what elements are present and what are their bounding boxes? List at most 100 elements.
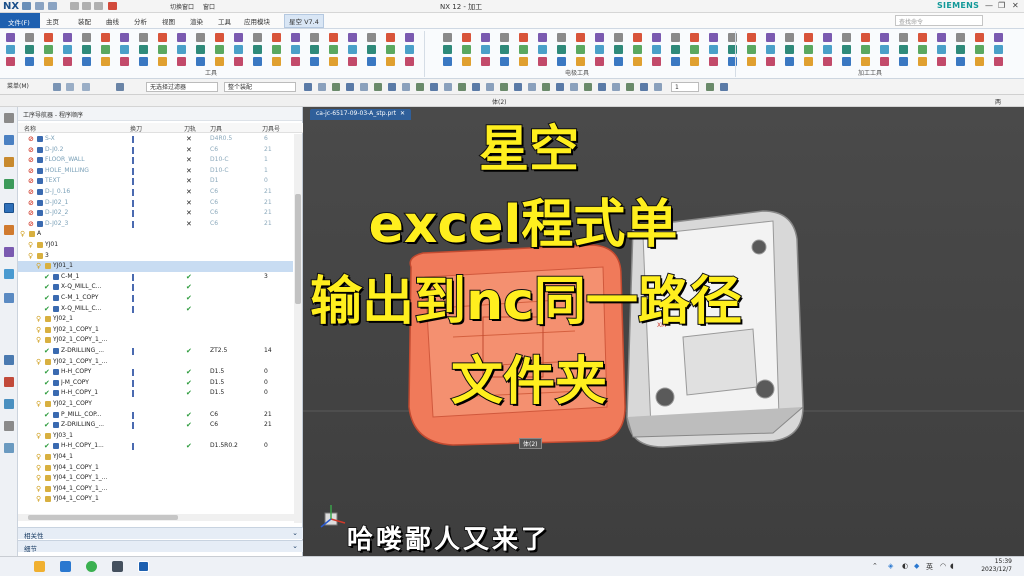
- tool-command-icon[interactable]: [538, 45, 547, 54]
- tool-command-icon[interactable]: [329, 57, 338, 66]
- tool-command-icon[interactable]: [44, 45, 53, 54]
- speaker-icon[interactable]: ◖: [950, 562, 954, 570]
- tool-command-icon[interactable]: [690, 33, 699, 42]
- tab-home[interactable]: 主页: [46, 16, 59, 26]
- roles-icon[interactable]: [4, 421, 14, 431]
- graphics-window[interactable]: ca-jc-6517-09-03-A_stp.prt ✕ 体(2) XM 星空 …: [303, 107, 1024, 556]
- snap-point-icon[interactable]: [706, 83, 714, 91]
- table-row[interactable]: ⊘ D-J02_3 ✕ C6 21: [18, 219, 293, 230]
- snap-point-icon[interactable]: [318, 83, 326, 91]
- tool-command-icon[interactable]: [272, 57, 281, 66]
- snap-point-icon[interactable]: [570, 83, 578, 91]
- tool-command-icon[interactable]: [709, 45, 718, 54]
- tool-command-icon[interactable]: [196, 33, 205, 42]
- tool-command-icon[interactable]: [652, 45, 661, 54]
- tool-command-icon[interactable]: [671, 33, 680, 42]
- tool-command-icon[interactable]: [747, 45, 756, 54]
- dependencies-section[interactable]: 相关性 ⌄: [18, 527, 303, 540]
- table-row[interactable]: ♀ YJ04_1_COPY_1: [18, 463, 293, 474]
- tool-command-icon[interactable]: [766, 57, 775, 66]
- table-row[interactable]: ✔ J-M_COPY ✔ D1.5 0: [18, 378, 293, 389]
- snap-point-icon[interactable]: [444, 83, 452, 91]
- tool-command-icon[interactable]: [63, 45, 72, 54]
- tool-command-icon[interactable]: [747, 33, 756, 42]
- table-row[interactable]: ⊘ TEXT ✕ D1 0: [18, 176, 293, 187]
- tool-command-icon[interactable]: [291, 33, 300, 42]
- tool-command-icon[interactable]: [367, 57, 376, 66]
- tool-command-icon[interactable]: [880, 57, 889, 66]
- tool-command-icon[interactable]: [405, 57, 414, 66]
- snap-count-select[interactable]: 1: [671, 82, 699, 92]
- system-clock[interactable]: 15:39 2023/12/7: [960, 558, 1012, 574]
- tool-command-icon[interactable]: [177, 33, 186, 42]
- tool-command-icon[interactable]: [291, 45, 300, 54]
- tool-command-icon[interactable]: [196, 45, 205, 54]
- table-row[interactable]: ✔ P_MILL_COP... ✔ C6 21: [18, 410, 293, 421]
- snap-point-icon[interactable]: [500, 83, 508, 91]
- snap-point-icon[interactable]: [472, 83, 480, 91]
- tool-command-icon[interactable]: [253, 33, 262, 42]
- minimize-button[interactable]: —: [985, 1, 993, 10]
- web-browser-icon[interactable]: [4, 269, 14, 279]
- tool-command-icon[interactable]: [386, 57, 395, 66]
- tool-command-icon[interactable]: [994, 45, 1003, 54]
- tool-command-icon[interactable]: [177, 57, 186, 66]
- table-row[interactable]: ♀ YJ04_1_COPY_1_...: [18, 473, 293, 484]
- snap-point-icon[interactable]: [458, 83, 466, 91]
- table-row[interactable]: ✔ C-M_1_COPY ✔: [18, 293, 293, 304]
- tool-command-icon[interactable]: [956, 45, 965, 54]
- column-name[interactable]: 名称: [24, 124, 36, 133]
- operation-navigator-icon[interactable]: [4, 203, 14, 213]
- tool-command-icon[interactable]: [975, 57, 984, 66]
- tab-render[interactable]: 渲染: [190, 16, 203, 26]
- snap-point-icon[interactable]: [486, 83, 494, 91]
- tool-command-icon[interactable]: [348, 33, 357, 42]
- tool-command-icon[interactable]: [158, 57, 167, 66]
- tool-command-icon[interactable]: [101, 33, 110, 42]
- snap-point-icon[interactable]: [640, 83, 648, 91]
- table-row[interactable]: ✔ C-M_1 ✔ 3: [18, 272, 293, 283]
- tool-command-icon[interactable]: [652, 33, 661, 42]
- tool-command-icon[interactable]: [918, 33, 927, 42]
- tool-command-icon[interactable]: [310, 57, 319, 66]
- menu-button[interactable]: 菜单(M): [4, 82, 48, 92]
- table-row[interactable]: ♀ YJ04_1_COPY_1: [18, 494, 293, 505]
- tool-command-icon[interactable]: [538, 57, 547, 66]
- tool-command-icon[interactable]: [975, 45, 984, 54]
- tool-command-icon[interactable]: [842, 57, 851, 66]
- scroll-thumb[interactable]: [28, 515, 178, 520]
- undo-icon[interactable]: [35, 2, 44, 10]
- details-section[interactable]: 细节 ⌄: [18, 540, 303, 553]
- tool-command-icon[interactable]: [994, 57, 1003, 66]
- table-row[interactable]: ⊘ D-J_0.16 ✕ C6 21: [18, 187, 293, 198]
- tool-command-icon[interactable]: [6, 33, 15, 42]
- tool-command-icon[interactable]: [101, 45, 110, 54]
- tool-command-icon[interactable]: [766, 33, 775, 42]
- snap-point-icon[interactable]: [556, 83, 564, 91]
- snap-point-icon[interactable]: [626, 83, 634, 91]
- tool-command-icon[interactable]: [557, 33, 566, 42]
- table-row[interactable]: ♀ YJ02_1: [18, 314, 293, 325]
- tool-command-icon[interactable]: [937, 45, 946, 54]
- tool-command-icon[interactable]: [500, 57, 509, 66]
- snap-point-icon[interactable]: [388, 83, 396, 91]
- snap-point-icon[interactable]: [542, 83, 550, 91]
- cut-icon[interactable]: [70, 2, 79, 10]
- table-row[interactable]: ✔ Z-DRILLING_... ✔ C6 21: [18, 420, 293, 431]
- snap-point-icon[interactable]: [612, 83, 620, 91]
- snap-point-icon[interactable]: [402, 83, 410, 91]
- security-icon[interactable]: ◆: [914, 562, 919, 570]
- tool-command-icon[interactable]: [120, 45, 129, 54]
- tab-applications[interactable]: 应用模块: [244, 16, 270, 26]
- tool-command-icon[interactable]: [804, 33, 813, 42]
- tool-command-icon[interactable]: [44, 33, 53, 42]
- nx-taskbar-icon[interactable]: [138, 561, 149, 572]
- column-tool[interactable]: 刀具: [210, 124, 222, 133]
- command-search-input[interactable]: 查找命令: [895, 15, 983, 26]
- select-mode-icon[interactable]: [66, 83, 74, 91]
- tool-command-icon[interactable]: [880, 45, 889, 54]
- table-row[interactable]: ♀ YJ02_1_COPY_1: [18, 325, 293, 336]
- tool-command-icon[interactable]: [994, 33, 1003, 42]
- table-row[interactable]: ♀ YJ01_1: [18, 261, 293, 272]
- table-row[interactable]: ♀ YJ04_1_COPY_1_...: [18, 484, 293, 495]
